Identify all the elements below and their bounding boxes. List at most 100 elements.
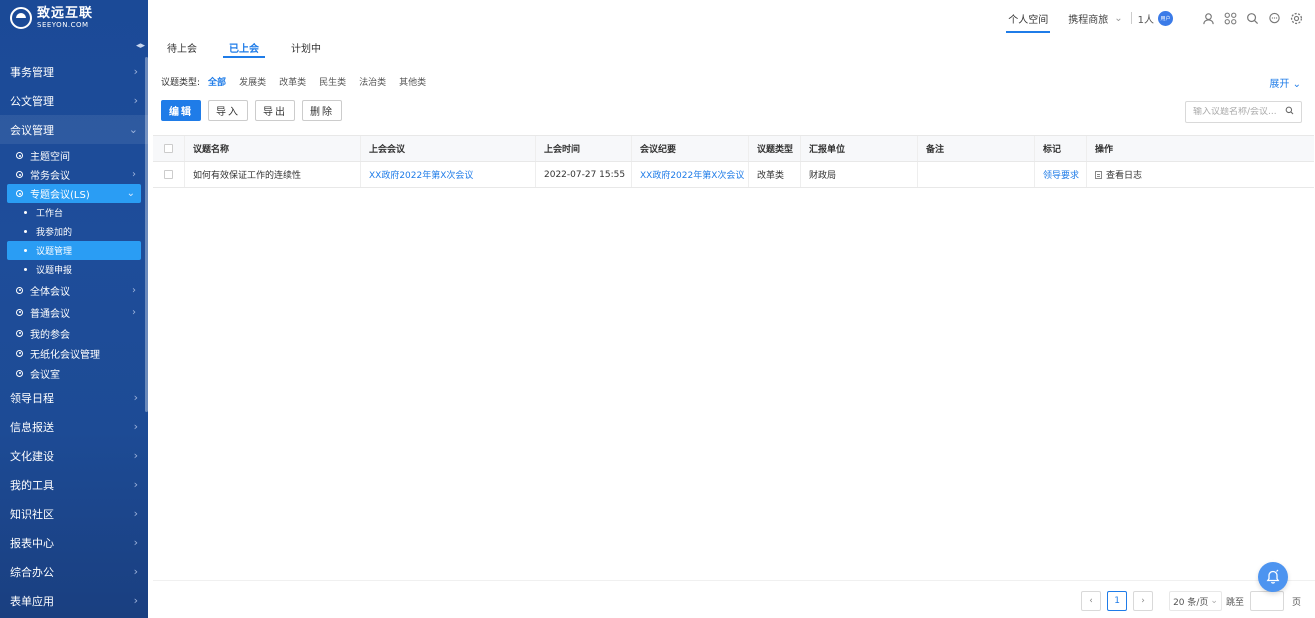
- view-log-link[interactable]: 查看日志: [1106, 168, 1142, 181]
- divider: [1130, 12, 1132, 24]
- sidebar-sub-special-meeting[interactable]: 专题会议(LS) ⌄: [7, 184, 141, 203]
- sidebar-sub-topic-space[interactable]: 主题空间: [0, 146, 148, 165]
- chevron-right-icon: ›: [133, 478, 138, 491]
- sidebar-item-info-report[interactable]: 信息报送 ›: [0, 412, 148, 441]
- dot-icon: [24, 249, 27, 252]
- circle-icon: [16, 286, 23, 294]
- edit-button[interactable]: 编辑: [161, 100, 201, 121]
- sidebar-sub-paperless[interactable]: 无纸化会议管理: [0, 343, 148, 363]
- export-button[interactable]: 导出: [255, 100, 295, 121]
- chevron-down-icon: ⌄: [1210, 596, 1218, 606]
- dot-icon: [24, 268, 27, 271]
- page-unit-label: 页: [1291, 597, 1301, 608]
- select-all-checkbox[interactable]: [164, 144, 173, 153]
- table-row[interactable]: 如何有效保证工作的连续性 XX政府2022年第X次会议 2022-07-27 1…: [153, 162, 1314, 188]
- sidebar-sub-plenary-meeting[interactable]: 全体会议 ›: [0, 279, 148, 301]
- next-page-button[interactable]: ›: [1133, 591, 1154, 611]
- avatar[interactable]: 用户: [1158, 10, 1173, 26]
- tab-done[interactable]: 已上会: [223, 36, 265, 58]
- sidebar-item-meetings[interactable]: 会议管理 ⌄: [0, 115, 148, 144]
- circle-icon: [16, 152, 23, 159]
- sidebar-item-culture[interactable]: 文化建设 ›: [0, 441, 148, 470]
- header-topic-name: 议题名称: [185, 136, 361, 161]
- top-header: 个人空间 携程商旅 ⌄ 1人 用户: [148, 0, 1315, 36]
- personal-space-tab[interactable]: 个人空间: [1006, 0, 1051, 36]
- sidebar-sub-my-attendance[interactable]: 我的参会: [0, 323, 148, 343]
- jump-label: 跳至: [1225, 597, 1244, 608]
- delete-button[interactable]: 删除: [302, 100, 342, 121]
- mark-link[interactable]: 领导要求: [1043, 168, 1079, 181]
- sidebar-item-leader-schedule[interactable]: 领导日程 ›: [0, 383, 148, 412]
- meeting-link[interactable]: XX政府2022年第X次会议: [369, 168, 473, 181]
- search-input[interactable]: [1193, 107, 1285, 117]
- page-1-button[interactable]: 1: [1107, 591, 1128, 611]
- expand-filter-button[interactable]: 展开 ⌄: [1269, 75, 1301, 90]
- chevron-right-icon: ›: [133, 420, 138, 433]
- chevron-right-icon: ›: [132, 306, 136, 318]
- topic-type-filter: 议题类型: 全部 发展类 改革类 民生类 法治类 其他类: [161, 75, 439, 88]
- row-select-cell: [153, 162, 185, 187]
- tab-pending[interactable]: 待上会: [167, 36, 197, 58]
- logo-sub: SEEYON.COM: [37, 21, 89, 29]
- page-size-select[interactable]: 20 条/页 ⌄: [1169, 591, 1222, 611]
- sidebar-leaf-workbench[interactable]: 工作台: [0, 203, 148, 222]
- chevron-right-icon: ›: [133, 391, 138, 404]
- minutes-link[interactable]: XX政府2022年第X次会议: [640, 168, 744, 181]
- tab-planned[interactable]: 计划中: [291, 36, 321, 58]
- sidebar-item-knowledge[interactable]: 知识社区 ›: [0, 499, 148, 528]
- chevron-down-icon: ⌄: [126, 188, 135, 199]
- filter-livelihood[interactable]: 民生类: [319, 75, 346, 88]
- filter-other[interactable]: 其他类: [399, 75, 426, 88]
- sidebar-leaf-joined[interactable]: 我参加的: [0, 222, 148, 241]
- logo[interactable]: 致远互联 SEEYON.COM: [0, 0, 148, 36]
- chevron-right-icon: ›: [132, 169, 136, 180]
- sidebar-sub-standing-meeting[interactable]: 常务会议 ›: [0, 165, 148, 184]
- header-meeting: 上会会议: [361, 136, 536, 161]
- jump-page-input[interactable]: [1249, 591, 1284, 611]
- prev-page-button[interactable]: ‹: [1081, 591, 1102, 611]
- sidebar-item-affairs[interactable]: 事务管理 ›: [0, 57, 148, 86]
- header-minutes: 会议纪要: [632, 136, 749, 161]
- import-button[interactable]: 导入: [208, 100, 248, 121]
- sidebar-item-documents[interactable]: 公文管理 ›: [0, 86, 148, 115]
- sidebar-item-reports[interactable]: 报表中心 ›: [0, 528, 148, 557]
- gear-icon[interactable]: [1289, 11, 1303, 25]
- sidebar-item-forms[interactable]: 表单应用 ›: [0, 586, 148, 615]
- log-document-icon: [1095, 170, 1102, 179]
- bell-icon: [1266, 569, 1280, 584]
- row-checkbox[interactable]: [164, 170, 173, 179]
- collapse-sidebar-icon[interactable]: ◂▸: [136, 41, 145, 51]
- sidebar-leaf-topic-report[interactable]: 议题申报: [0, 260, 148, 279]
- filter-development[interactable]: 发展类: [239, 75, 266, 88]
- filter-all[interactable]: 全部: [208, 75, 226, 88]
- travel-link[interactable]: 携程商旅: [1068, 11, 1108, 26]
- chevron-down-icon: ⌄: [1292, 79, 1301, 90]
- header-remark: 备注: [918, 136, 1035, 161]
- circle-icon: [16, 308, 23, 316]
- chevron-right-icon: ›: [133, 94, 138, 107]
- user-circle-icon[interactable]: [1201, 11, 1215, 25]
- sidebar-item-my-tools[interactable]: 我的工具 ›: [0, 470, 148, 499]
- sidebar-sub-general-meeting[interactable]: 普通会议 ›: [0, 301, 148, 323]
- dot-icon: [24, 211, 27, 214]
- search-box: [1185, 101, 1302, 123]
- pagination: ‹ 1 › 20 条/页 ⌄ 跳至 页: [1081, 591, 1301, 611]
- search-icon[interactable]: [1285, 106, 1294, 118]
- filter-law[interactable]: 法治类: [359, 75, 386, 88]
- circle-icon: [16, 349, 23, 357]
- search-icon[interactable]: [1245, 11, 1259, 25]
- chat-icon[interactable]: [1267, 11, 1281, 25]
- filter-reform[interactable]: 改革类: [279, 75, 306, 88]
- toolbar: 编辑 导入 导出 删除: [161, 100, 349, 121]
- sidebar-item-office[interactable]: 综合办公 ›: [0, 557, 148, 586]
- sidebar-sub-meeting-room[interactable]: 会议室: [0, 363, 148, 383]
- notification-bell-button[interactable]: [1258, 562, 1288, 592]
- cell-mark: 领导要求: [1035, 162, 1087, 187]
- online-users[interactable]: 1人: [1138, 11, 1154, 26]
- sidebar-leaf-topic-management[interactable]: 议题管理: [7, 241, 141, 260]
- filter-label: 议题类型:: [161, 78, 201, 88]
- apps-grid-icon[interactable]: [1223, 11, 1237, 25]
- chevron-down-icon[interactable]: ⌄: [1114, 13, 1122, 24]
- cell-minutes: XX政府2022年第X次会议: [632, 162, 749, 187]
- chevron-right-icon: ›: [133, 594, 138, 607]
